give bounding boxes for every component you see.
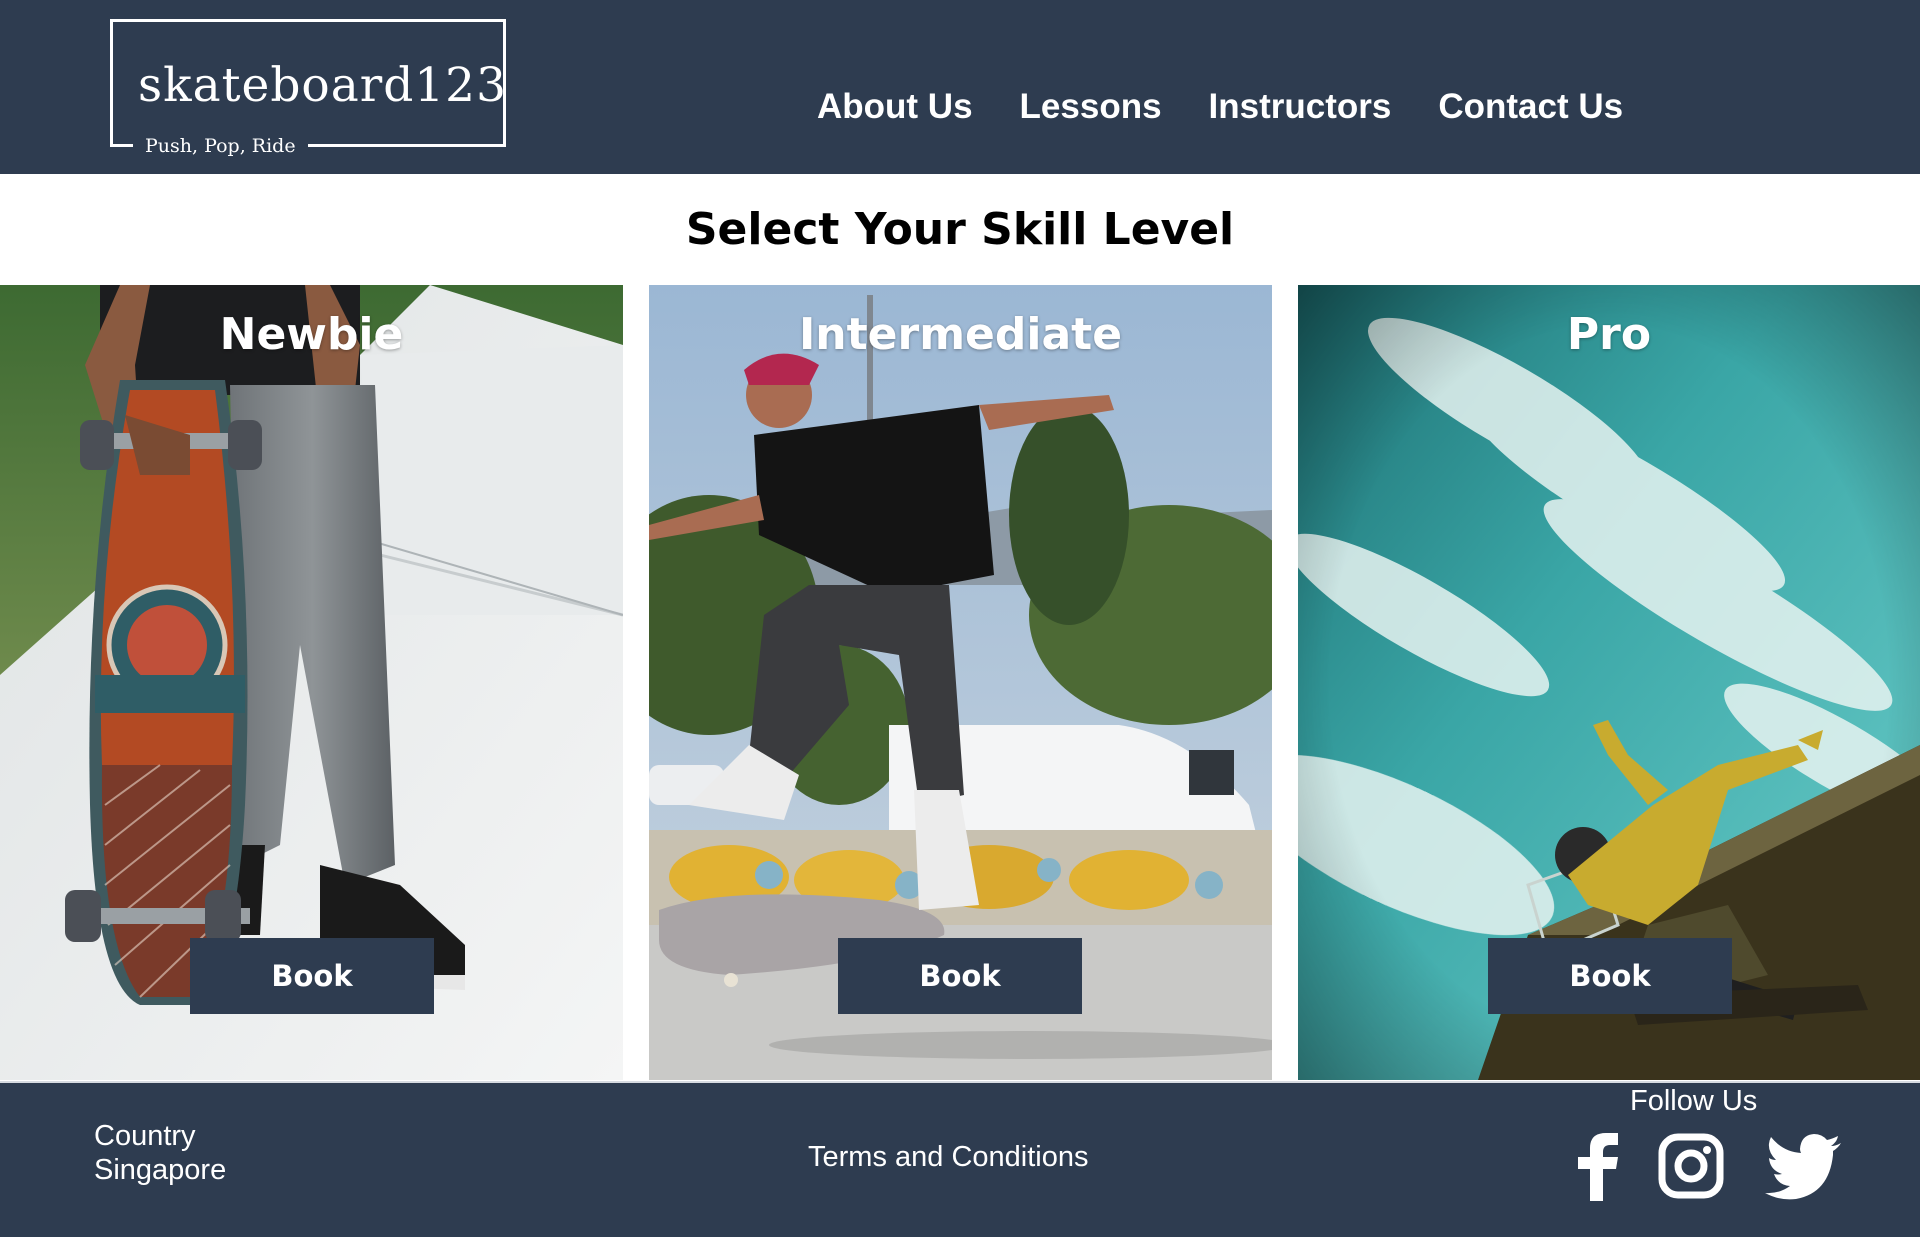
card-title-newbie: Newbie bbox=[219, 309, 404, 360]
twitter-icon[interactable] bbox=[1765, 1131, 1843, 1201]
book-intermediate-button[interactable]: Book bbox=[838, 938, 1082, 1014]
skill-card-intermediate: Intermediate Book bbox=[649, 285, 1272, 1080]
nav-contact-us[interactable]: Contact Us bbox=[1438, 87, 1623, 127]
terms-and-conditions-link[interactable]: Terms and Conditions bbox=[808, 1141, 1088, 1174]
nav-instructors[interactable]: Instructors bbox=[1209, 87, 1392, 127]
follow-us-label: Follow Us bbox=[1630, 1085, 1758, 1117]
instagram-icon[interactable] bbox=[1658, 1131, 1724, 1201]
logo-name: skateboard123 bbox=[138, 58, 507, 113]
nav-lessons[interactable]: Lessons bbox=[1020, 87, 1162, 127]
book-pro-button[interactable]: Book bbox=[1488, 938, 1732, 1014]
country-value: Singapore bbox=[94, 1154, 227, 1186]
book-newbie-button[interactable]: Book bbox=[190, 938, 434, 1014]
card-title-intermediate: Intermediate bbox=[798, 309, 1123, 360]
skill-card-pro: Pro Book bbox=[1298, 285, 1920, 1080]
main-nav: About Us Lessons Instructors Contact Us bbox=[800, 82, 1653, 132]
facebook-icon[interactable] bbox=[1570, 1131, 1630, 1201]
country-label: Country bbox=[94, 1120, 196, 1152]
footer-country-block: Country Singapore bbox=[94, 1119, 226, 1187]
page-title: Select Your Skill Level bbox=[685, 204, 1235, 255]
skill-card-newbie: Newbie Book bbox=[0, 285, 623, 1080]
site-footer: Country Singapore Terms and Conditions F… bbox=[0, 1081, 1920, 1237]
site-logo[interactable]: skateboard123 Push, Pop, Ride bbox=[110, 19, 507, 161]
card-title-pro: Pro bbox=[1566, 309, 1652, 360]
site-header: skateboard123 Push, Pop, Ride About Us L… bbox=[0, 0, 1920, 174]
logo-tagline: Push, Pop, Ride bbox=[133, 131, 308, 161]
nav-about-us[interactable]: About Us bbox=[817, 87, 973, 127]
